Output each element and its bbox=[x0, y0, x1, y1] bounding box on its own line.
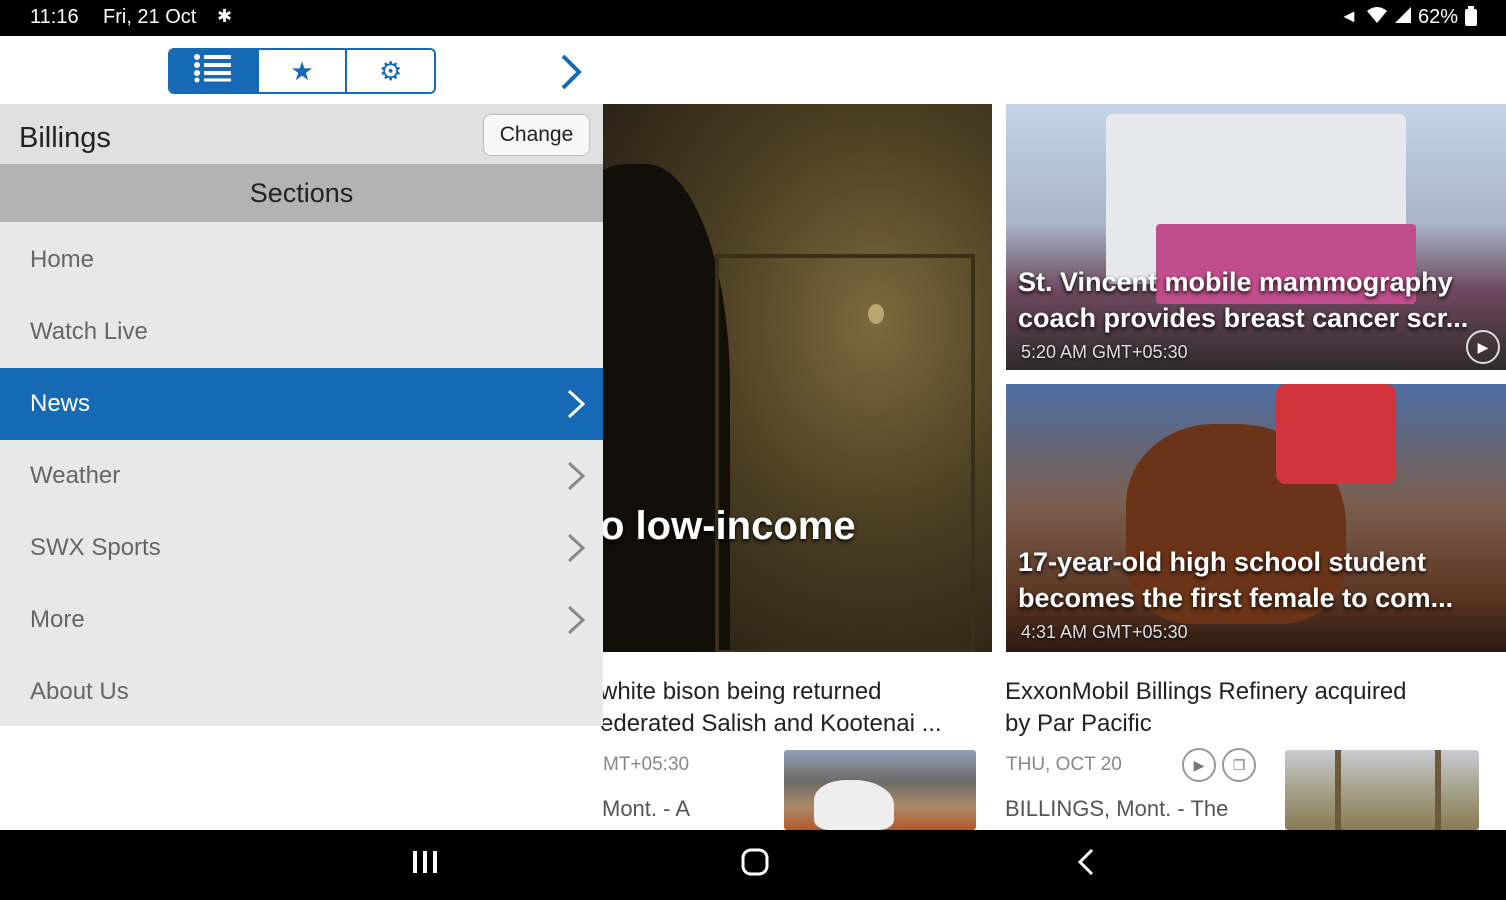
lower-story-title-right[interactable]: ExxonMobil Billings Refinery acquired by… bbox=[1005, 676, 1505, 740]
hero-shadow bbox=[600, 164, 730, 652]
lower-left-meta: MT+05:30 bbox=[603, 754, 690, 775]
chevron-right-icon bbox=[564, 460, 588, 499]
story-title: 17-year-old high school student becomes … bbox=[1018, 547, 1454, 613]
lower-left-body: Mont. - A bbox=[602, 796, 691, 821]
bison-thumbnail[interactable] bbox=[784, 750, 976, 830]
signal-icon bbox=[1394, 6, 1412, 29]
change-city-button[interactable]: Change bbox=[483, 114, 590, 156]
menu-item-about-us[interactable]: About Us bbox=[0, 656, 603, 728]
menu-item-home[interactable]: Home bbox=[0, 224, 603, 296]
gear-icon: ⚙ bbox=[379, 55, 403, 86]
chevron-right-icon bbox=[564, 604, 588, 643]
fan-icon: ✱ bbox=[217, 6, 233, 26]
section-menu: Home Watch Live News Weather SWX Sports … bbox=[0, 224, 603, 728]
story-card-mammography[interactable]: St. Vincent mobile mammography coach pro… bbox=[1006, 104, 1506, 370]
app-toolbar: ★ ⚙ bbox=[0, 36, 1506, 104]
chevron-right-icon bbox=[564, 388, 588, 427]
video-icon: ▶ bbox=[1466, 330, 1500, 364]
story-title: St. Vincent mobile mammography coach pro… bbox=[1018, 267, 1469, 333]
chevron-right-icon bbox=[564, 532, 588, 571]
list-icon bbox=[193, 53, 233, 90]
menu-item-weather[interactable]: Weather bbox=[0, 440, 603, 512]
story-time: 5:20 AM GMT+05:30 bbox=[1021, 342, 1188, 362]
navigation-drawer: Billings Change Sections Home Watch Live… bbox=[0, 104, 603, 726]
sections-header: Sections bbox=[0, 164, 603, 222]
menu-item-news[interactable]: News bbox=[0, 368, 603, 440]
system-navigation-bar bbox=[0, 830, 1506, 900]
tab-favorites[interactable]: ★ bbox=[258, 50, 348, 92]
story-time: 4:31 AM GMT+05:30 bbox=[1021, 622, 1188, 642]
battery-level: 62% bbox=[1418, 6, 1459, 28]
menu-item-more[interactable]: More bbox=[0, 584, 603, 656]
menu-item-label: More bbox=[30, 606, 85, 633]
status-date: Fri, 21 Oct bbox=[103, 6, 197, 28]
lower-title-line1: ExxonMobil Billings Refinery acquired bbox=[1005, 678, 1407, 705]
drawer-header: Billings Change bbox=[0, 104, 603, 164]
lower-title-line1: white bison being returned bbox=[600, 678, 882, 705]
menu-item-label: Weather bbox=[30, 462, 121, 489]
menu-item-label: SWX Sports bbox=[30, 534, 161, 561]
menu-item-label: Home bbox=[30, 246, 95, 273]
status-time: 11:16 bbox=[30, 6, 79, 28]
tab-list[interactable] bbox=[170, 50, 259, 92]
home-icon[interactable] bbox=[740, 847, 770, 885]
lower-title-line2: ederated Salish and Kootenai ... bbox=[600, 710, 942, 737]
gallery-icon: ❐ bbox=[1222, 748, 1256, 782]
hero-door bbox=[715, 254, 975, 652]
menu-item-label: Watch Live bbox=[30, 318, 148, 345]
rider-image bbox=[1276, 384, 1396, 484]
pole-image bbox=[1435, 750, 1441, 830]
lower-title-line2: by Par Pacific bbox=[1005, 710, 1152, 737]
video-icon: ▶ bbox=[1182, 748, 1216, 782]
hero-story[interactable]: o low-income bbox=[600, 104, 992, 652]
city-name: Billings bbox=[19, 122, 111, 154]
wifi-icon bbox=[1366, 6, 1388, 29]
refinery-thumbnail[interactable] bbox=[1285, 750, 1479, 830]
menu-item-label: About Us bbox=[30, 678, 129, 705]
hero-doorknob bbox=[868, 304, 884, 324]
tab-settings[interactable]: ⚙ bbox=[347, 50, 434, 92]
menu-item-watch-live[interactable]: Watch Live bbox=[0, 296, 603, 368]
news-content: o low-income St. Vincent mobile mammogra… bbox=[600, 104, 1506, 830]
lower-right-body: BILLINGS, Mont. - The bbox=[1005, 796, 1229, 821]
menu-item-label: News bbox=[30, 390, 91, 417]
view-segmented-control: ★ ⚙ bbox=[168, 48, 436, 94]
back-icon[interactable] bbox=[1072, 847, 1102, 885]
star-icon: ★ bbox=[290, 55, 314, 86]
chevron-right-icon[interactable] bbox=[555, 52, 585, 97]
lower-story-title-left[interactable]: white bison being returned ederated Sali… bbox=[600, 676, 992, 740]
lower-right-meta: THU, OCT 20 bbox=[1006, 754, 1122, 775]
menu-item-swx-sports[interactable]: SWX Sports bbox=[0, 512, 603, 584]
battery-icon bbox=[1464, 6, 1478, 31]
hero-headline: o low-income bbox=[600, 504, 856, 548]
mute-icon: ◄ bbox=[1340, 6, 1358, 26]
pole-image bbox=[1335, 750, 1341, 830]
status-bar: 11:16 Fri, 21 Oct ✱ ◄ 62% bbox=[0, 0, 1506, 36]
recent-apps-icon[interactable] bbox=[410, 847, 440, 885]
story-card-rodeo[interactable]: 17-year-old high school student becomes … bbox=[1006, 384, 1506, 652]
bison-image bbox=[814, 780, 894, 830]
